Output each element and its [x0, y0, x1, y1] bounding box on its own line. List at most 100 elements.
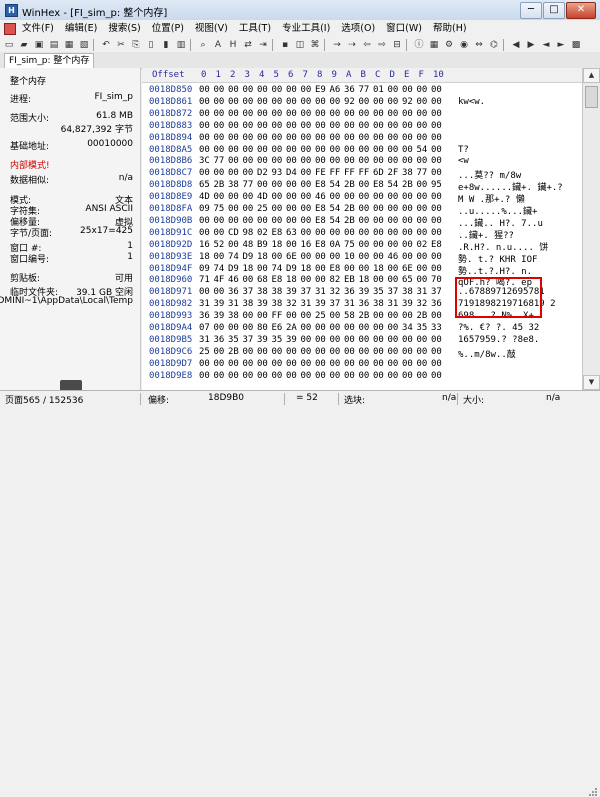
hex-byte[interactable]: 93 [272, 168, 283, 178]
hex-byte[interactable]: 00 [417, 133, 428, 143]
hex-byte[interactable]: 00 [243, 156, 254, 166]
hex-byte[interactable]: 00 [286, 359, 297, 369]
hex-byte[interactable]: 00 [330, 335, 341, 345]
hex-byte[interactable]: 00 [388, 109, 399, 119]
hex-byte[interactable]: 37 [243, 287, 254, 297]
hex-byte[interactable]: 00 [431, 264, 442, 274]
hex-byte[interactable]: 00 [344, 371, 355, 381]
hex-byte[interactable]: 00 [417, 228, 428, 238]
hex-byte[interactable]: 18 [359, 275, 370, 285]
hex-byte[interactable]: 00 [388, 85, 399, 95]
hex-byte[interactable]: 00 [214, 145, 225, 155]
hex-byte[interactable]: 00 [272, 109, 283, 119]
hex-byte[interactable]: 00 [373, 371, 384, 381]
hex-byte[interactable]: 00 [373, 335, 384, 345]
hex-byte[interactable]: 18 [272, 240, 283, 250]
hex-byte[interactable]: 31 [199, 299, 210, 309]
hex-byte[interactable]: 00 [257, 133, 268, 143]
hex-byte[interactable]: 2B [344, 180, 355, 190]
hex-byte[interactable]: 31 [228, 299, 239, 309]
hex-byte[interactable]: 00 [257, 156, 268, 166]
hex-byte[interactable]: 00 [214, 228, 225, 238]
hex-byte[interactable]: FE [315, 168, 326, 178]
hex-byte[interactable]: 00 [243, 311, 254, 321]
hex-byte[interactable]: E8 [315, 240, 326, 250]
hex-byte[interactable]: 00 [315, 228, 326, 238]
hex-byte[interactable]: 00 [359, 347, 370, 357]
hex-byte[interactable]: 00 [243, 323, 254, 333]
hex-byte[interactable]: 00 [243, 347, 254, 357]
hex-byte[interactable]: 25 [257, 204, 268, 214]
hex-byte[interactable]: 00 [243, 275, 254, 285]
menu-help[interactable]: 帮助(H) [427, 20, 472, 37]
hex-byte[interactable]: 36 [359, 299, 370, 309]
hex-byte[interactable]: 00 [417, 192, 428, 202]
help-book-icon[interactable]: ▩ [570, 39, 582, 51]
hex-byte[interactable]: 09 [199, 204, 210, 214]
hex-byte[interactable]: 31 [417, 287, 428, 297]
hex-byte[interactable]: 00 [199, 133, 210, 143]
hex-byte[interactable]: FF [344, 168, 355, 178]
hex-byte[interactable]: 00 [402, 252, 413, 262]
hex-byte[interactable]: 00 [243, 145, 254, 155]
hex-byte[interactable]: 54 [330, 180, 341, 190]
hex-byte[interactable]: 00 [359, 97, 370, 107]
hex-byte[interactable]: 00 [301, 359, 312, 369]
hex-byte[interactable]: 32 [286, 299, 297, 309]
hex-byte[interactable]: 00 [257, 264, 268, 274]
hex-byte[interactable]: 00 [301, 323, 312, 333]
hex-byte[interactable]: 00 [402, 359, 413, 369]
hex-byte[interactable]: 00 [214, 216, 225, 226]
hex-byte[interactable]: 10 [344, 252, 355, 262]
hex-byte[interactable]: 48 [243, 240, 254, 250]
hex-byte[interactable]: 00 [301, 97, 312, 107]
hex-byte[interactable]: 80 [257, 323, 268, 333]
hex-byte[interactable]: 54 [330, 204, 341, 214]
hex-byte[interactable]: 00 [228, 85, 239, 95]
hex-byte[interactable]: 00 [373, 156, 384, 166]
hex-byte[interactable]: E8 [315, 204, 326, 214]
hex-byte[interactable]: 00 [301, 216, 312, 226]
hex-byte[interactable]: 00 [388, 347, 399, 357]
hex-byte[interactable]: 00 [402, 133, 413, 143]
hex-byte[interactable]: 00 [373, 204, 384, 214]
hex-byte[interactable]: 00 [272, 192, 283, 202]
disk-icon[interactable]: ◫ [294, 39, 306, 51]
hex-byte[interactable]: 00 [388, 359, 399, 369]
menu-tools[interactable]: 工具(T) [233, 20, 276, 37]
hex-byte[interactable]: 31 [388, 299, 399, 309]
hex-byte[interactable]: 36 [431, 299, 442, 309]
hex-byte[interactable]: 39 [402, 299, 413, 309]
hex-byte[interactable]: 2B [228, 347, 239, 357]
hex-byte[interactable]: 31 [315, 287, 326, 297]
hex-byte[interactable]: 00 [301, 85, 312, 95]
hex-byte[interactable]: E8 [373, 180, 384, 190]
hex-byte[interactable]: 00 [214, 97, 225, 107]
hex-byte[interactable]: 00 [359, 133, 370, 143]
hex-byte[interactable]: 00 [402, 109, 413, 119]
hex-byte[interactable]: 00 [388, 264, 399, 274]
hex-byte[interactable]: 00 [315, 97, 326, 107]
hex-byte[interactable]: 00 [286, 145, 297, 155]
hex-byte[interactable]: 52 [214, 240, 225, 250]
hex-byte[interactable]: 00 [373, 252, 384, 262]
hex-byte[interactable]: 00 [315, 109, 326, 119]
hex-byte[interactable]: 18 [373, 264, 384, 274]
hex-byte[interactable]: 00 [431, 133, 442, 143]
hex-byte[interactable]: E8 [272, 275, 283, 285]
hex-byte[interactable]: 00 [431, 145, 442, 155]
hex-byte[interactable]: 2B [344, 204, 355, 214]
text-cell[interactable]: T? [458, 145, 580, 155]
hex-byte[interactable]: E8 [315, 216, 326, 226]
scroll-down-button[interactable]: ▼ [583, 375, 600, 390]
hex-byte[interactable]: 25 [315, 311, 326, 321]
text-cell[interactable]: %..m/8w..敲 [458, 347, 580, 360]
hex-byte[interactable]: 54 [417, 145, 428, 155]
hex-byte[interactable]: 39 [286, 287, 297, 297]
hex-byte[interactable]: D9 [243, 252, 254, 262]
hex-byte[interactable]: 00 [243, 192, 254, 202]
hex-byte[interactable]: 00 [286, 216, 297, 226]
hex-byte[interactable]: 00 [344, 228, 355, 238]
hex-byte[interactable]: 00 [286, 204, 297, 214]
hex-byte[interactable]: 00 [199, 109, 210, 119]
